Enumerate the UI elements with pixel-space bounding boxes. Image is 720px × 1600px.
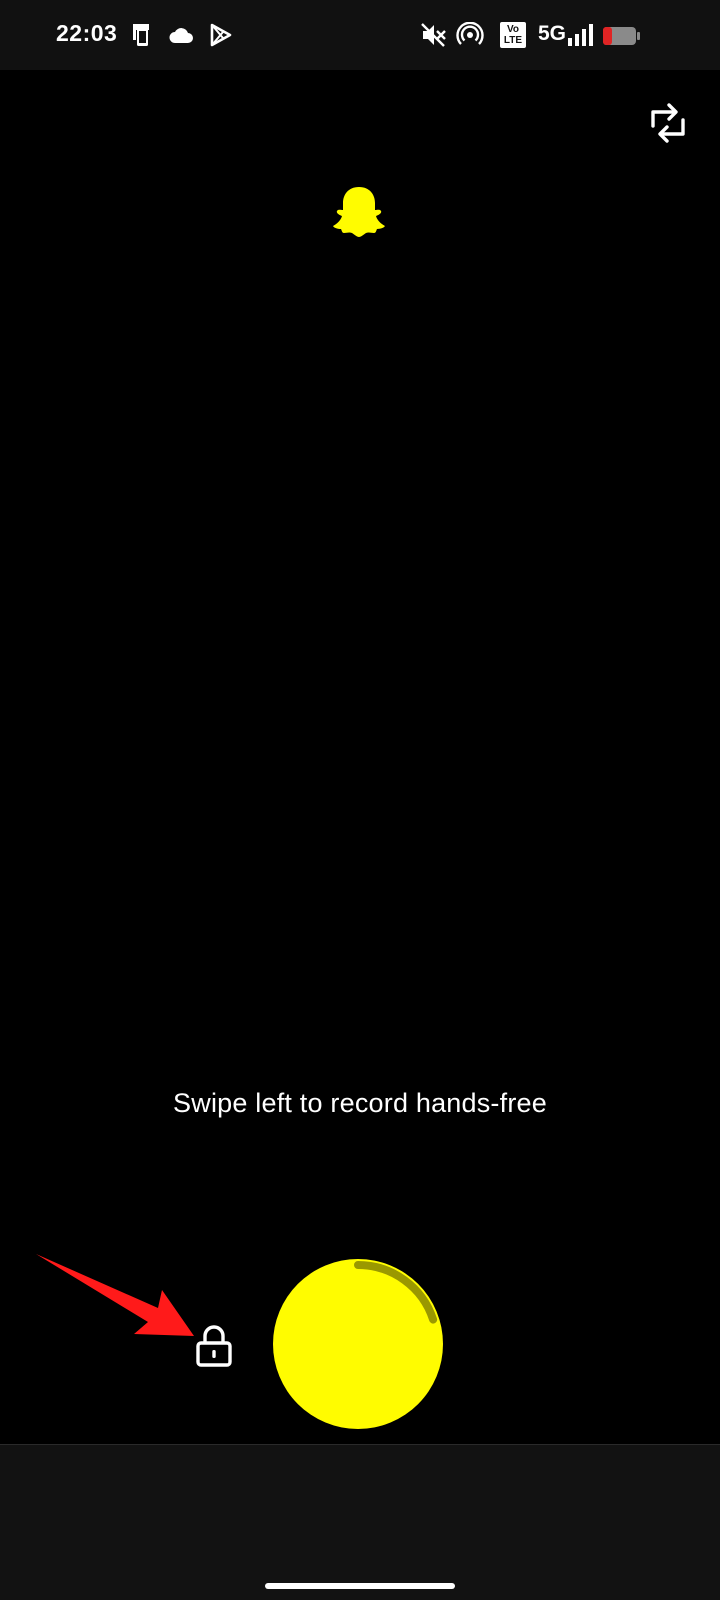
status-bar: 22:03 Vo LTE 5G: [0, 0, 720, 70]
flip-camera-button[interactable]: [645, 100, 691, 146]
play-store-icon: [208, 22, 234, 48]
network-type: 5G: [538, 22, 567, 45]
capture-button[interactable]: [270, 1256, 446, 1432]
annotation-arrow-icon: [30, 1250, 200, 1350]
hands-free-lock-button[interactable]: [194, 1323, 234, 1369]
cloud-icon: [168, 26, 194, 44]
lock-icon: [196, 1325, 232, 1367]
snapchat-ghost-icon: [330, 183, 388, 241]
status-time: 22:03: [56, 20, 118, 46]
volte-icon: Vo LTE: [500, 22, 526, 48]
volte-line1: Vo: [506, 24, 520, 35]
flip-camera-icon: [651, 103, 685, 143]
capture-button-graphic: [273, 1259, 443, 1429]
camera-screen: 22:03 Vo LTE 5G Swipe left to record han…: [0, 0, 720, 1600]
home-indicator[interactable]: [265, 1583, 455, 1589]
hands-free-hint: Swipe left to record hands-free: [173, 1088, 547, 1118]
mute-icon: [420, 22, 448, 48]
signal-icon: [568, 24, 594, 46]
volte-line2: LTE: [503, 35, 523, 46]
battery-low-icon: [602, 26, 642, 46]
bottom-bar: [0, 1444, 720, 1600]
hotspot-icon: [456, 22, 484, 48]
capture-circle: [273, 1259, 443, 1429]
notification-phone-icon: [130, 22, 154, 48]
